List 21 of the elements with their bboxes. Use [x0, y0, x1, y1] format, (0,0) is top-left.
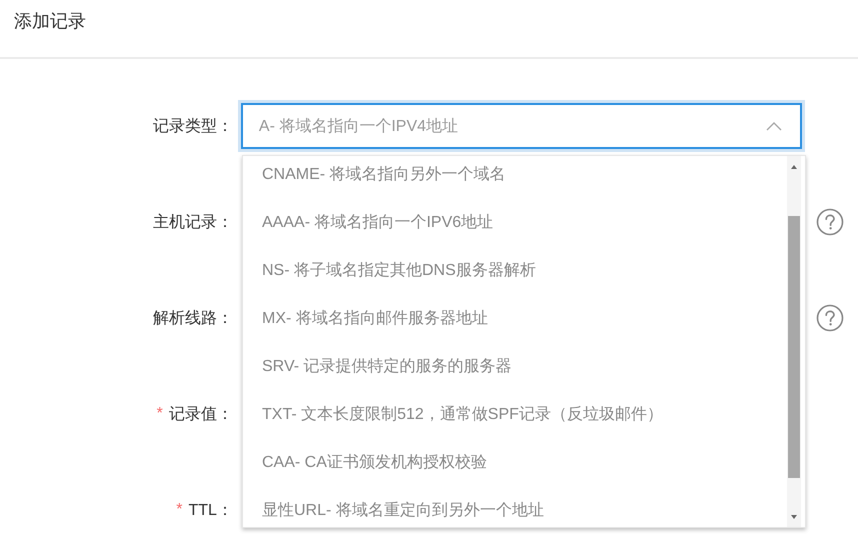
- help-icon[interactable]: [816, 304, 844, 332]
- required-mark: *: [156, 405, 163, 423]
- dropdown-option[interactable]: CNAME- 将域名指向另外一个域名: [243, 156, 787, 198]
- field-label: 主机记录：: [152, 212, 233, 232]
- dropdown-option[interactable]: CAA- CA证书颁发机构授权校验: [243, 438, 787, 486]
- field-label: 解析线路：: [152, 308, 233, 328]
- dialog-title: 添加记录: [14, 10, 86, 33]
- dropdown-option[interactable]: 显性URL- 将域名重定向到另外一个地址: [243, 486, 787, 527]
- chevron-up-icon: [766, 120, 782, 132]
- scrollbar[interactable]: [787, 156, 801, 527]
- required-mark: *: [176, 501, 182, 519]
- dropdown-option[interactable]: AAAA- 将域名指向一个IPV6地址: [243, 198, 787, 246]
- dropdown-option[interactable]: TXT- 文本长度限制512，通常做SPF记录（反垃圾邮件）: [243, 390, 787, 438]
- dropdown-option[interactable]: NS- 将子域名指定其他DNS服务器解析: [243, 246, 787, 294]
- dropdown-option[interactable]: MX- 将域名指向邮件服务器地址: [243, 294, 787, 342]
- field-label: TTL：: [188, 500, 233, 520]
- record-type-select[interactable]: A- 将域名指向一个IPV4地址: [240, 103, 802, 149]
- help-icon[interactable]: [816, 208, 844, 236]
- dropdown-option[interactable]: SRV- 记录提供特定的服务的服务器: [243, 342, 787, 390]
- field-label: 记录值：: [168, 404, 233, 424]
- field-label: 记录类型：: [152, 116, 233, 136]
